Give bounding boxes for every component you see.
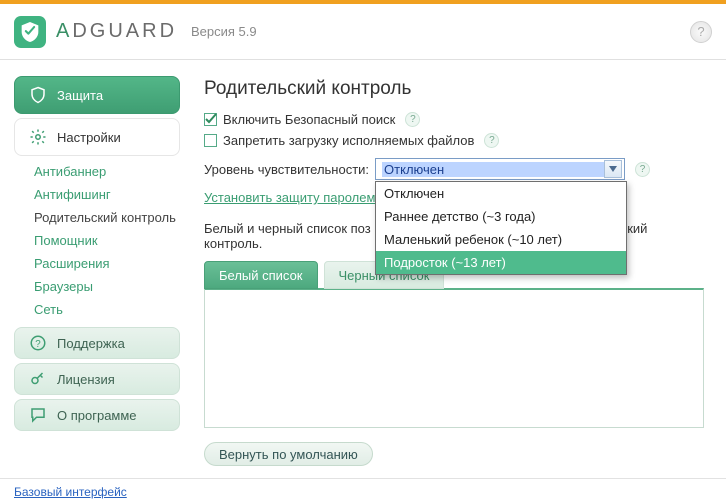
- sidebar-item-assistant[interactable]: Помощник: [34, 229, 190, 252]
- nav-settings[interactable]: Настройки: [14, 118, 180, 156]
- nav-label: О программе: [57, 408, 137, 423]
- nav-label: Защита: [57, 88, 103, 103]
- key-icon: [29, 370, 47, 388]
- tab-whitelist[interactable]: Белый список: [204, 261, 318, 289]
- dropdown-option[interactable]: Отключен: [376, 182, 626, 205]
- block-exec-label: Запретить загрузку исполняемых файлов: [223, 133, 474, 148]
- hint-icon[interactable]: ?: [405, 112, 420, 127]
- version-label: Версия 5.9: [191, 24, 257, 39]
- shield-icon: [29, 86, 47, 104]
- question-icon: ?: [29, 334, 47, 352]
- sidebar-item-antibanner[interactable]: Антибаннер: [34, 160, 190, 183]
- sidebar-item-extensions[interactable]: Расширения: [34, 252, 190, 275]
- nav-support[interactable]: ? Поддержка: [14, 327, 180, 359]
- page-title: Родительский контроль: [204, 78, 704, 100]
- nav-label: Поддержка: [57, 336, 125, 351]
- nav-label: Настройки: [57, 130, 121, 145]
- brand-name: ADGUARD: [56, 20, 177, 43]
- nav-about[interactable]: О программе: [14, 399, 180, 431]
- nav-label: Лицензия: [57, 372, 115, 387]
- speech-icon: [29, 406, 47, 424]
- sidebar-item-parental[interactable]: Родительский контроль: [34, 206, 190, 229]
- safe-search-label: Включить Безопасный поиск: [223, 112, 395, 127]
- whitelist-listbox[interactable]: [204, 288, 704, 428]
- select-value: Отключен: [382, 162, 604, 177]
- nav-protection[interactable]: Защита: [14, 76, 180, 114]
- hint-icon[interactable]: ?: [484, 133, 499, 148]
- reset-defaults-button[interactable]: Вернуть по умолчанию: [204, 442, 373, 466]
- basic-ui-link[interactable]: Базовый интерфейс: [14, 485, 127, 499]
- help-icon[interactable]: ?: [690, 21, 712, 43]
- gear-icon: [29, 128, 47, 146]
- svg-text:?: ?: [35, 339, 41, 350]
- safe-search-row[interactable]: Включить Безопасный поиск ?: [204, 112, 704, 127]
- footer: Базовый интерфейс: [0, 478, 726, 504]
- nav-license[interactable]: Лицензия: [14, 363, 180, 395]
- dropdown-option[interactable]: Маленький ребенок (~10 лет): [376, 228, 626, 251]
- sensitivity-label: Уровень чувствительности:: [204, 162, 369, 177]
- sidebar-item-browsers[interactable]: Браузеры: [34, 275, 190, 298]
- sidebar: Защита Настройки Антибаннер Антифишинг Р…: [0, 60, 190, 478]
- adguard-shield-icon: [14, 16, 46, 48]
- main-panel: Родительский контроль Включить Безопасны…: [190, 60, 726, 478]
- block-exec-row[interactable]: Запретить загрузку исполняемых файлов ?: [204, 133, 704, 148]
- sensitivity-select[interactable]: Отключен Отключен Раннее детство (~3 год…: [375, 158, 625, 180]
- checkbox-unchecked-icon[interactable]: [204, 134, 217, 147]
- checkbox-checked-icon[interactable]: [204, 113, 217, 126]
- dropdown-option[interactable]: Подросток (~13 лет): [376, 251, 626, 274]
- dropdown-option[interactable]: Раннее детство (~3 года): [376, 205, 626, 228]
- sidebar-item-network[interactable]: Сеть: [34, 298, 190, 321]
- sensitivity-dropdown: Отключен Раннее детство (~3 года) Малень…: [375, 181, 627, 275]
- hint-icon[interactable]: ?: [635, 162, 650, 177]
- chevron-down-icon[interactable]: [604, 160, 622, 178]
- set-password-link[interactable]: Установить защиту паролем: [204, 190, 375, 205]
- app-header: ADGUARD Версия 5.9 ?: [0, 4, 726, 60]
- sidebar-item-antiphishing[interactable]: Антифишинг: [34, 183, 190, 206]
